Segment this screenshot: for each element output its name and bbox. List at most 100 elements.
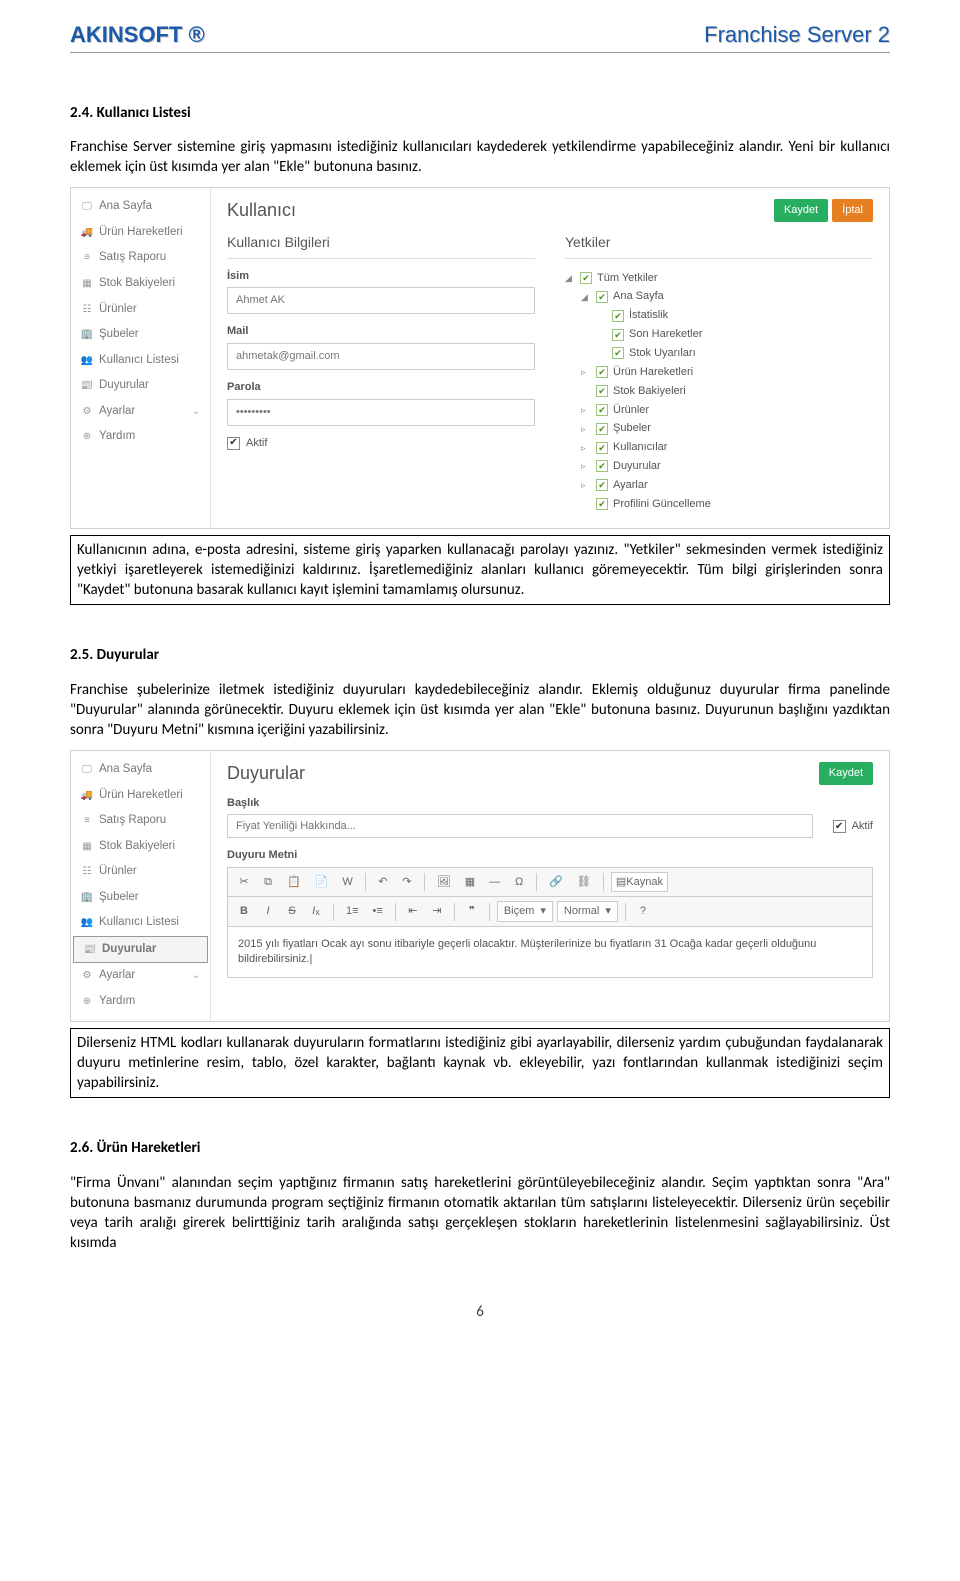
tree-expand-icon[interactable]: ▹ [581, 460, 591, 472]
password-input[interactable]: ••••••••• [227, 399, 535, 426]
permissions-tree: ◢✔Tüm Yetkiler ◢✔Ana Sayfa ✔İstatislik ✔… [565, 269, 873, 514]
tree-expand-icon[interactable]: ▹ [581, 423, 591, 435]
sidebar-item-branches[interactable]: 🏢Şubeler [71, 885, 210, 911]
sidebar-item-user-list[interactable]: 👥Kullanıcı Listesi [71, 348, 210, 374]
sidebar-item-product-moves[interactable]: 🚚Ürün Hareketleri [71, 220, 210, 246]
sidebar-item-help[interactable]: ⊕Yardım [71, 989, 210, 1015]
sidebar-item-settings[interactable]: ⚙Ayarlar⌄ [71, 963, 210, 989]
column-heading-user-info: Kullanıcı Bilgileri [227, 233, 535, 259]
table-icon[interactable]: ▦ [460, 872, 480, 892]
perm-label: Şubeler [613, 421, 651, 436]
perm-row[interactable]: ▹ ✔ Şubeler [565, 419, 873, 438]
tree-expand-icon[interactable]: ▹ [581, 404, 591, 416]
remove-format-icon[interactable]: Ix [306, 902, 326, 922]
sidebar-item-branches[interactable]: 🏢Şubeler [71, 322, 210, 348]
perm-checkbox[interactable]: ✔ [596, 479, 608, 491]
sidebar-item-products[interactable]: ☷Ürünler [71, 297, 210, 323]
sidebar-item-product-moves[interactable]: 🚚Ürün Hareketleri [71, 783, 210, 809]
tree-collapse-icon[interactable]: ◢ [565, 272, 575, 284]
help-icon[interactable]: ? [633, 902, 653, 922]
mail-input[interactable]: ahmetak@gmail.com [227, 343, 535, 370]
copy-icon[interactable]: ⧉ [258, 872, 278, 892]
active-checkbox[interactable]: ✔ [833, 820, 846, 833]
paste-icon[interactable]: 📋 [282, 872, 306, 892]
perm-checkbox[interactable]: ✔ [596, 385, 608, 397]
panel-title: Duyurular [227, 761, 305, 785]
label-title: Başlık [227, 796, 873, 811]
link-icon[interactable]: 🔗 [544, 872, 568, 892]
sidebar-item-settings[interactable]: ⚙Ayarlar⌄ [71, 399, 210, 425]
sidebar-item-label: Ayarlar [99, 968, 135, 984]
tree-expand-icon[interactable]: ▹ [581, 366, 591, 378]
perm-checkbox[interactable]: ✔ [612, 329, 624, 341]
editor-content[interactable]: 2015 yılı fiyatları Ocak ayı sonu itibar… [227, 927, 873, 978]
hr-icon[interactable]: ― [484, 872, 505, 892]
sidebar-item-announcements[interactable]: 📰Duyurular [71, 373, 210, 399]
tree-expand-icon[interactable]: ▹ [581, 442, 591, 454]
bold-icon[interactable]: B [234, 902, 254, 922]
perm-checkbox[interactable]: ✔ [596, 366, 608, 378]
paste-word-icon[interactable]: W [337, 872, 357, 892]
tree-expand-icon[interactable]: ▹ [581, 479, 591, 491]
perm-checkbox[interactable]: ✔ [596, 498, 608, 510]
indent-icon[interactable]: ⇥ [427, 902, 447, 922]
sidebar-item-user-list[interactable]: 👥Kullanıcı Listesi [71, 910, 210, 936]
blockquote-icon[interactable]: ❞ [462, 902, 482, 922]
perm-checkbox[interactable]: ✔ [596, 291, 608, 303]
perm-row[interactable]: ✔ İstatislik [565, 306, 873, 325]
cut-icon[interactable]: ✂ [234, 872, 254, 892]
perm-row[interactable]: ◢✔Ana Sayfa [565, 287, 873, 306]
style-select[interactable]: Biçem ▾ [497, 901, 553, 922]
perm-label: İstatislik [629, 308, 668, 323]
sidebar-item-home[interactable]: 🖵Ana Sayfa [71, 757, 210, 783]
sidebar-item-home[interactable]: 🖵Ana Sayfa [71, 194, 210, 220]
active-checkbox[interactable]: ✔ [227, 437, 240, 450]
save-button[interactable]: Kaydet [819, 762, 873, 785]
perm-row[interactable]: ✔Stok Uyarıları [565, 344, 873, 363]
image-icon[interactable]: 🖼 [432, 872, 456, 892]
italic-icon[interactable]: I [258, 902, 278, 922]
perm-checkbox[interactable]: ✔ [612, 347, 624, 359]
paste-text-icon[interactable]: 📄 [310, 872, 334, 892]
brand-left: AKINSOFT ® [70, 20, 205, 50]
sidebar-item-sales-report[interactable]: ≡Satış Raporu [71, 245, 210, 271]
unlink-icon[interactable]: ⛓ [572, 872, 596, 892]
cancel-button[interactable]: İptal [832, 199, 873, 222]
perm-row[interactable]: ✔Stok Bakiyeleri [565, 382, 873, 401]
name-input[interactable]: Ahmet AK [227, 287, 535, 314]
perm-checkbox[interactable]: ✔ [596, 423, 608, 435]
sidebar-item-stock-balance[interactable]: ▦Stok Bakiyeleri [71, 834, 210, 860]
sidebar-item-help[interactable]: ⊕Yardım [71, 424, 210, 450]
undo-icon[interactable]: ↶ [373, 872, 393, 892]
redo-icon[interactable]: ↷ [397, 872, 417, 892]
perm-row[interactable]: ▹✔Ürünler [565, 401, 873, 420]
sidebar-item-announcements[interactable]: 📰Duyurular [73, 936, 208, 964]
perm-row[interactable]: ▹✔Ürün Hareketleri [565, 363, 873, 382]
save-button[interactable]: Kaydet [774, 199, 828, 222]
perm-row[interactable]: ▹✔Ayarlar [565, 476, 873, 495]
perm-checkbox[interactable]: ✔ [596, 404, 608, 416]
sidebar-item-sales-report[interactable]: ≡Satış Raporu [71, 808, 210, 834]
source-button[interactable]: ▤ Kaynak [611, 872, 668, 892]
sidebar-item-stock-balance[interactable]: ▦Stok Bakiyeleri [71, 271, 210, 297]
bullet-list-icon[interactable]: •≡ [368, 902, 388, 922]
perm-row[interactable]: ◢✔Tüm Yetkiler [565, 269, 873, 288]
perm-row[interactable]: ✔Son Hareketler [565, 325, 873, 344]
announcement-title-input[interactable] [227, 814, 813, 838]
perm-checkbox[interactable]: ✔ [596, 460, 608, 472]
sidebar-item-products[interactable]: ☷Ürünler [71, 859, 210, 885]
perm-checkbox[interactable]: ✔ [580, 272, 592, 284]
strike-icon[interactable]: S [282, 902, 302, 922]
chevron-down-icon: ▾ [605, 904, 611, 919]
perm-checkbox[interactable]: ✔ [612, 310, 624, 322]
perm-checkbox[interactable]: ✔ [596, 442, 608, 454]
special-char-icon[interactable]: Ω [509, 872, 529, 892]
numbered-list-icon[interactable]: 1≡ [341, 902, 364, 922]
sidebar-item-label: Ürünler [99, 302, 137, 318]
perm-row[interactable]: ▹✔Duyurular [565, 457, 873, 476]
perm-row[interactable]: ✔Profilini Güncelleme [565, 495, 873, 514]
format-select[interactable]: Normal ▾ [557, 901, 618, 922]
tree-collapse-icon[interactable]: ◢ [581, 291, 591, 303]
outdent-icon[interactable]: ⇤ [403, 902, 423, 922]
perm-row[interactable]: ▹✔Kullanıcılar [565, 438, 873, 457]
